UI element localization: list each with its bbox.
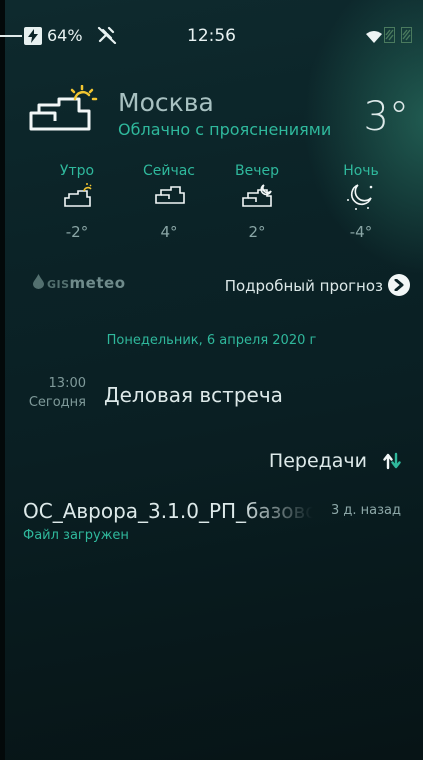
- transfer-file-name: ОС_Аврора_3.1.0_РП_базовое: [23, 499, 313, 523]
- forecast-temp: 2°: [248, 223, 266, 241]
- cloudy-icon: [134, 183, 204, 217]
- transfer-status: Файл загружен: [23, 528, 129, 543]
- event-title: Деловая встреча: [104, 383, 283, 407]
- partly-sunny-icon: [42, 183, 112, 217]
- transfer-arrows-icon: [383, 452, 401, 474]
- wifi-icon: [366, 28, 382, 47]
- gismeteo-logo: GISmeteo: [33, 274, 126, 293]
- provider-name: meteo: [69, 274, 126, 292]
- partly-sunny-icon: [25, 84, 100, 139]
- forecast-night: Ночь -4°: [326, 163, 396, 241]
- night-cloudy-icon: [222, 183, 292, 217]
- forecast-label: Сейчас: [142, 163, 196, 179]
- drop-icon: [33, 274, 44, 293]
- forecast-label: Утро: [59, 163, 95, 179]
- forecast-now: Сейчас 4°: [134, 163, 204, 241]
- provider-prefix: GIS: [47, 278, 70, 291]
- forecast-morning: Утро -2°: [42, 163, 112, 241]
- transfers-header: Передачи: [268, 450, 367, 472]
- event-day: Сегодня: [28, 395, 86, 410]
- calendar-date: Понедельник, 6 апреля 2020 г: [106, 333, 317, 348]
- clear-night-icon: [326, 183, 396, 217]
- forecast-label: Ночь: [343, 163, 379, 179]
- sim1-icon: [384, 27, 395, 43]
- status-clock: 12:56: [187, 26, 236, 46]
- detailed-forecast-link[interactable]: Подробный прогноз: [225, 277, 383, 295]
- current-temperature: 3°: [363, 94, 409, 140]
- screen-edge: [0, 0, 5, 760]
- weather-condition: Облачно с прояснениями: [118, 120, 332, 139]
- forecast-temp: 4°: [160, 223, 178, 241]
- transfer-age: 3 д. назад: [331, 503, 401, 518]
- chevron-right-icon[interactable]: [388, 274, 410, 296]
- forecast-temp: -4°: [349, 223, 373, 241]
- forecast-evening: Вечер 2°: [222, 163, 292, 241]
- forecast-label: Вечер: [235, 163, 279, 179]
- sim2-icon: [401, 27, 412, 43]
- forecast-temp: -2°: [65, 223, 89, 241]
- status-bar: 64% 12:56: [0, 0, 423, 58]
- city-name: Москва: [118, 88, 214, 117]
- event-time: 13:00: [48, 376, 86, 391]
